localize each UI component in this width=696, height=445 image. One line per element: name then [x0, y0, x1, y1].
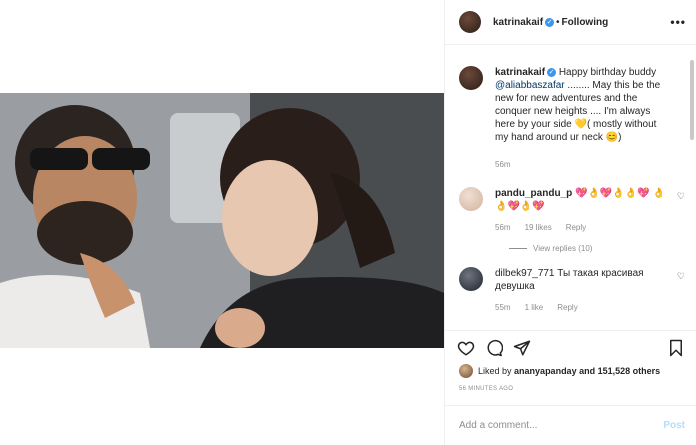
caption: katrinakaif ✓ Happy birthday buddy @aliab…	[459, 66, 696, 171]
heart-icon[interactable]	[457, 339, 475, 357]
following-button[interactable]: Following	[562, 17, 609, 28]
verified-icon: ✓	[547, 67, 557, 77]
comment-body: pandu_pandu_p 💖👌💖👌👌💖 👌👌💖👌💖 56m 19 likes …	[495, 187, 671, 234]
caption-body: katrinakaif ✓ Happy birthday buddy @aliab…	[495, 66, 671, 171]
comments-list: katrinakaif ✓ Happy birthday buddy @aliab…	[445, 46, 696, 330]
comment-meta: 56m 19 likes Reply	[495, 221, 671, 234]
comment-meta: 55m 1 like Reply	[495, 301, 671, 314]
caption-time[interactable]: 56m	[495, 158, 511, 171]
post-side-panel: katrinakaif ✓ • Following ••• katrinakai…	[444, 0, 696, 445]
liked-by-user[interactable]: ananyapanday	[514, 366, 577, 376]
verified-icon: ✓	[545, 17, 555, 27]
heart-icon[interactable]: ♡	[677, 191, 685, 234]
comment-likes[interactable]: 1 like	[525, 301, 544, 314]
caption-text-4: )	[618, 132, 622, 143]
bookmark-icon[interactable]	[667, 339, 685, 357]
liked-by-prefix: Liked by	[478, 366, 512, 376]
comment-item: pandu_pandu_p 💖👌💖👌👌💖 👌👌💖👌💖 56m 19 likes …	[459, 187, 696, 234]
replies-divider	[509, 248, 527, 249]
author-username[interactable]: katrinakaif	[493, 17, 543, 28]
header-separator: •	[556, 16, 560, 28]
add-comment-bar: Post	[445, 405, 696, 445]
caption-username[interactable]: katrinakaif	[495, 67, 545, 78]
post-viewer: katrinakaif ✓ • Following ••• katrinakai…	[0, 0, 696, 445]
photo-illustration	[0, 93, 444, 348]
reply-button[interactable]: Reply	[566, 221, 586, 234]
caption-mention[interactable]: @aliabbaszafar	[495, 80, 565, 91]
comment-icon[interactable]	[485, 339, 503, 357]
comment-likes[interactable]: 19 likes	[525, 221, 552, 234]
smile-emoji: 😊	[605, 132, 619, 143]
post-actions	[445, 330, 696, 364]
yellow-heart-emoji: 💛	[574, 119, 587, 130]
more-icon[interactable]: •••	[670, 15, 686, 29]
post-photo[interactable]	[0, 93, 444, 348]
comment-avatar[interactable]	[459, 187, 483, 211]
view-replies[interactable]: View replies (10)	[509, 244, 696, 253]
liker-avatar[interactable]	[459, 364, 473, 378]
share-icon[interactable]	[513, 339, 531, 357]
comments-scrollbar[interactable]	[690, 60, 694, 140]
reply-button[interactable]: Reply	[557, 301, 577, 314]
comment-avatar[interactable]	[459, 267, 483, 291]
comment-input[interactable]	[459, 420, 649, 431]
comment-body: dilbek97_771 Ты такая красивая девушка 5…	[495, 267, 671, 314]
caption-avatar[interactable]	[459, 66, 483, 90]
caption-meta: 56m	[495, 158, 671, 171]
post-header: katrinakaif ✓ • Following •••	[445, 0, 696, 45]
liked-by-count[interactable]: and 151,528 others	[579, 366, 660, 376]
heart-icon[interactable]: ♡	[677, 271, 685, 314]
post-timestamp[interactable]: 56 MINUTES AGO	[459, 386, 513, 392]
comment-username[interactable]: pandu_pandu_p	[495, 188, 572, 199]
author-avatar[interactable]	[459, 11, 481, 33]
view-replies-label[interactable]: View replies (10)	[533, 244, 592, 253]
comment-item: dilbek97_771 Ты такая красивая девушка 5…	[459, 267, 696, 314]
liked-by: Liked by ananyapanday and 151,528 others	[459, 364, 660, 378]
comment-time[interactable]: 55m	[495, 301, 511, 314]
caption-text-1: Happy birthday buddy	[558, 67, 657, 78]
post-button[interactable]: Post	[663, 420, 685, 431]
comment-username[interactable]: dilbek97_771	[495, 268, 555, 279]
comment-time[interactable]: 56m	[495, 221, 511, 234]
media-pane	[0, 0, 444, 445]
